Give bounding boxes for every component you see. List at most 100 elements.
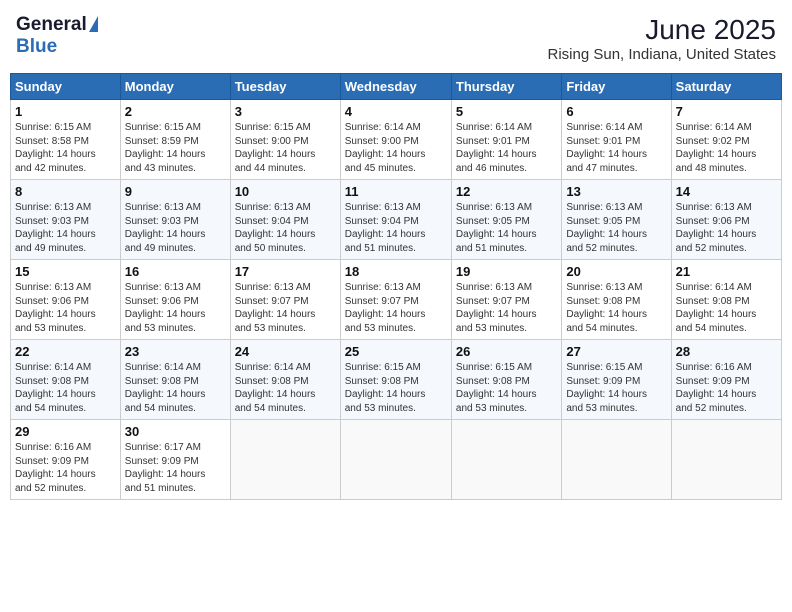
day-number: 18 [345,264,447,279]
day-number: 30 [125,424,226,439]
day-number: 1 [15,104,116,119]
day-number: 7 [676,104,777,119]
day-number: 20 [566,264,666,279]
day-number: 29 [15,424,116,439]
day-number: 19 [456,264,557,279]
day-number: 25 [345,344,447,359]
calendar-cell: 7 Sunrise: 6:14 AMSunset: 9:02 PMDaylight… [671,100,781,180]
day-number: 26 [456,344,557,359]
calendar-cell: 6 Sunrise: 6:14 AMSunset: 9:01 PMDaylight… [562,100,671,180]
day-number: 28 [676,344,777,359]
calendar-cell: 23 Sunrise: 6:14 AMSunset: 9:08 PMDayligh… [120,340,230,420]
day-number: 15 [15,264,116,279]
day-info: Sunrise: 6:14 AMSunset: 9:08 PMDaylight:… [125,361,226,415]
calendar-cell: 3 Sunrise: 6:15 AMSunset: 9:00 PMDaylight… [230,100,340,180]
calendar-cell: 24 Sunrise: 6:14 AMSunset: 9:08 PMDayligh… [230,340,340,420]
day-info: Sunrise: 6:13 AMSunset: 9:06 PMDaylight:… [676,201,777,255]
day-info: Sunrise: 6:13 AMSunset: 9:04 PMDaylight:… [235,201,336,255]
day-info: Sunrise: 6:14 AMSunset: 9:08 PMDaylight:… [235,361,336,415]
day-info: Sunrise: 6:16 AMSunset: 9:09 PMDaylight:… [15,441,116,495]
day-info: Sunrise: 6:14 AMSunset: 9:08 PMDaylight:… [676,281,777,335]
day-of-week-header: Friday [562,74,671,100]
calendar-cell: 17 Sunrise: 6:13 AMSunset: 9:07 PMDayligh… [230,260,340,340]
day-number: 14 [676,184,777,199]
logo-blue: Blue [16,36,57,57]
day-number: 27 [566,344,666,359]
day-info: Sunrise: 6:13 AMSunset: 9:06 PMDaylight:… [15,281,116,335]
day-info: Sunrise: 6:17 AMSunset: 9:09 PMDaylight:… [125,441,226,495]
page-header: General Blue June 2025 Rising Sun, India… [10,10,782,67]
calendar-cell: 26 Sunrise: 6:15 AMSunset: 9:08 PMDayligh… [451,340,561,420]
day-number: 24 [235,344,336,359]
day-info: Sunrise: 6:15 AMSunset: 9:08 PMDaylight:… [456,361,557,415]
day-info: Sunrise: 6:13 AMSunset: 9:04 PMDaylight:… [345,201,447,255]
calendar-cell: 10 Sunrise: 6:13 AMSunset: 9:04 PMDayligh… [230,180,340,260]
day-of-week-header: Sunday [11,74,121,100]
day-number: 13 [566,184,666,199]
calendar-cell: 2Sunrise: 6:15 AMSunset: 8:59 PMDaylight… [120,100,230,180]
calendar-cell: 13 Sunrise: 6:13 AMSunset: 9:05 PMDayligh… [562,180,671,260]
day-number: 21 [676,264,777,279]
location-title: Rising Sun, Indiana, United States [548,46,776,63]
calendar-cell: 1 Sunrise: 6:15 AMSunset: 8:58 PMDaylight… [11,100,121,180]
day-info: Sunrise: 6:13 AMSunset: 9:03 PMDaylight:… [15,201,116,255]
calendar-table: SundayMondayTuesdayWednesdayThursdayFrid… [10,73,782,500]
day-number: 6 [566,104,666,119]
day-info: Sunrise: 6:13 AMSunset: 9:03 PMDaylight:… [125,201,226,255]
calendar-cell: 12Sunrise: 6:13 AMSunset: 9:05 PMDayligh… [451,180,561,260]
month-year-title: June 2025 [548,14,776,46]
day-number: 3 [235,104,336,119]
day-info: Sunrise: 6:16 AMSunset: 9:09 PMDaylight:… [676,361,777,415]
title-block: June 2025 Rising Sun, Indiana, United St… [548,14,776,63]
day-info: Sunrise: 6:13 AMSunset: 9:07 PMDaylight:… [235,281,336,335]
day-info: Sunrise: 6:15 AMSunset: 8:59 PMDaylight:… [125,121,226,175]
day-info: Sunrise: 6:14 AMSunset: 9:02 PMDaylight:… [676,121,777,175]
calendar-cell: 22 Sunrise: 6:14 AMSunset: 9:08 PMDayligh… [11,340,121,420]
calendar-cell: 21 Sunrise: 6:14 AMSunset: 9:08 PMDayligh… [671,260,781,340]
day-of-week-header: Monday [120,74,230,100]
day-of-week-header: Thursday [451,74,561,100]
calendar-cell: 4 Sunrise: 6:14 AMSunset: 9:00 PMDaylight… [340,100,451,180]
day-of-week-header: Saturday [671,74,781,100]
day-of-week-header: Wednesday [340,74,451,100]
logo-triangle-icon [89,16,98,32]
day-info: Sunrise: 6:14 AMSunset: 9:00 PMDaylight:… [345,121,447,175]
calendar-cell: 16Sunrise: 6:13 AMSunset: 9:06 PMDayligh… [120,260,230,340]
day-of-week-header: Tuesday [230,74,340,100]
day-info: Sunrise: 6:15 AMSunset: 8:58 PMDaylight:… [15,121,116,175]
logo: General Blue [16,14,98,58]
calendar-cell: 5 Sunrise: 6:14 AMSunset: 9:01 PMDaylight… [451,100,561,180]
day-number: 9 [125,184,226,199]
calendar-cell: 19 Sunrise: 6:13 AMSunset: 9:07 PMDayligh… [451,260,561,340]
calendar-cell [230,420,340,500]
day-info: Sunrise: 6:13 AMSunset: 9:05 PMDaylight:… [566,201,666,255]
calendar-cell: 14 Sunrise: 6:13 AMSunset: 9:06 PMDayligh… [671,180,781,260]
day-number: 10 [235,184,336,199]
calendar-cell: 11 Sunrise: 6:13 AMSunset: 9:04 PMDayligh… [340,180,451,260]
calendar-cell: 25 Sunrise: 6:15 AMSunset: 9:08 PMDayligh… [340,340,451,420]
logo-general: General [16,14,87,36]
day-info: Sunrise: 6:15 AMSunset: 9:09 PMDaylight:… [566,361,666,415]
calendar-cell: 29 Sunrise: 6:16 AMSunset: 9:09 PMDayligh… [11,420,121,500]
day-number: 4 [345,104,447,119]
day-info: Sunrise: 6:15 AMSunset: 9:08 PMDaylight:… [345,361,447,415]
calendar-cell: 9 Sunrise: 6:13 AMSunset: 9:03 PMDaylight… [120,180,230,260]
calendar-cell: 27 Sunrise: 6:15 AMSunset: 9:09 PMDayligh… [562,340,671,420]
day-info: Sunrise: 6:14 AMSunset: 9:01 PMDaylight:… [566,121,666,175]
day-number: 11 [345,184,447,199]
day-info: Sunrise: 6:13 AMSunset: 9:08 PMDaylight:… [566,281,666,335]
day-number: 17 [235,264,336,279]
day-info: Sunrise: 6:13 AMSunset: 9:06 PMDaylight:… [125,281,226,335]
day-info: Sunrise: 6:13 AMSunset: 9:07 PMDaylight:… [345,281,447,335]
calendar-cell [340,420,451,500]
day-info: Sunrise: 6:13 AMSunset: 9:07 PMDaylight:… [456,281,557,335]
day-number: 22 [15,344,116,359]
day-info: Sunrise: 6:15 AMSunset: 9:00 PMDaylight:… [235,121,336,175]
day-info: Sunrise: 6:14 AMSunset: 9:08 PMDaylight:… [15,361,116,415]
day-number: 23 [125,344,226,359]
day-info: Sunrise: 6:14 AMSunset: 9:01 PMDaylight:… [456,121,557,175]
calendar-cell: 18 Sunrise: 6:13 AMSunset: 9:07 PMDayligh… [340,260,451,340]
calendar-cell: 15 Sunrise: 6:13 AMSunset: 9:06 PMDayligh… [11,260,121,340]
day-number: 5 [456,104,557,119]
day-number: 12 [456,184,557,199]
